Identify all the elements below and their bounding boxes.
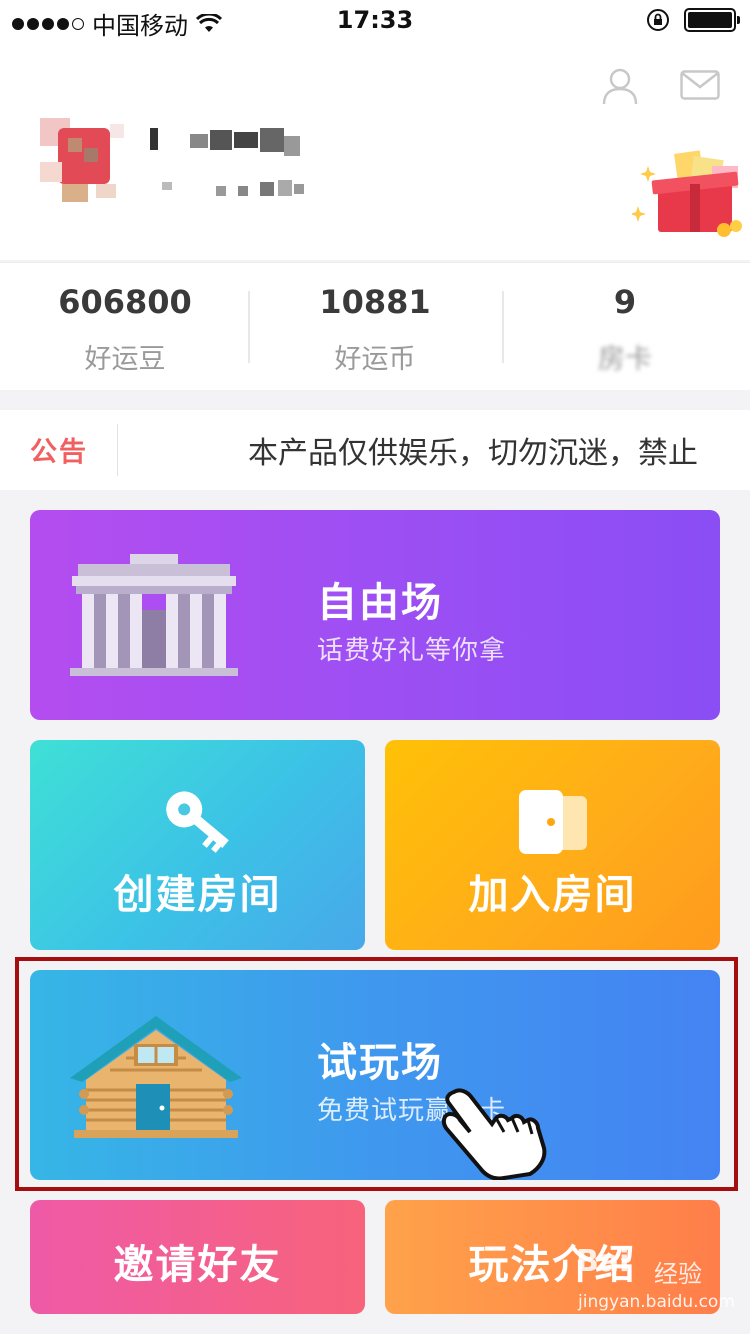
profile-header	[0, 40, 750, 260]
cabin-icon	[70, 1016, 242, 1138]
stat-value: 9	[613, 283, 637, 321]
card-title: 创建房间	[113, 872, 282, 918]
card-title: 邀请好友	[113, 1242, 282, 1288]
notice-bar[interactable]: 公告 本产品仅供娱乐，切勿沉迷，禁止	[0, 410, 750, 490]
stat-label: 房卡	[598, 344, 652, 375]
card-title: 试玩场	[317, 1040, 443, 1086]
stat-room-cards[interactable]: 9 房卡	[500, 263, 750, 391]
stat-value: 606800	[58, 283, 192, 321]
card-title: 自由场	[317, 580, 443, 626]
card-title: 加入房间	[468, 872, 637, 918]
building-icon	[70, 554, 238, 676]
free-room-card[interactable]: 自由场 话费好礼等你拿	[30, 510, 720, 720]
notice-divider	[117, 424, 118, 476]
stat-label: 好运币	[334, 344, 416, 375]
watermark-brand: Bai	[576, 1244, 630, 1279]
stats-row: 606800 好运豆 10881 好运币 9 房卡	[0, 262, 750, 390]
username-blurred	[148, 122, 308, 162]
clock: 17:33	[336, 6, 414, 34]
stat-label: 好运豆	[84, 344, 166, 375]
invite-friends-card[interactable]: 邀请好友	[30, 1200, 365, 1314]
watermark-logo: Bai 经验 jingyan.baidu.com	[576, 1244, 746, 1324]
status-right	[646, 8, 740, 32]
notice-tag: 公告	[30, 437, 88, 468]
watermark-url: jingyan.baidu.com	[578, 1292, 735, 1312]
notice-message: 本产品仅供娱乐，切勿沉迷，禁止	[248, 436, 698, 471]
mail-icon[interactable]	[680, 70, 720, 100]
door-icon	[519, 790, 587, 854]
battery-icon	[684, 8, 740, 32]
key-icon	[166, 791, 229, 853]
stat-beans[interactable]: 606800 好运豆	[0, 263, 250, 391]
lock-rotation-icon	[647, 9, 669, 31]
trial-room-card[interactable]: 试玩场 免费试玩赢房卡	[30, 970, 720, 1180]
card-subtitle: 话费好礼等你拿	[317, 636, 507, 666]
hand-pointer-icon	[441, 1088, 547, 1180]
stat-value: 10881	[319, 283, 431, 321]
create-room-card[interactable]: 创建房间	[30, 740, 365, 950]
watermark-brand-cn: 经验	[654, 1260, 702, 1288]
user-icon[interactable]	[600, 66, 640, 106]
gift-box-icon[interactable]	[632, 146, 744, 238]
avatar[interactable]	[40, 118, 128, 206]
join-room-card[interactable]: 加入房间	[385, 740, 720, 950]
stat-coins[interactable]: 10881 好运币	[250, 263, 500, 391]
userid-blurred	[160, 176, 310, 200]
status-bar: 中国移动 17:33	[0, 0, 750, 40]
